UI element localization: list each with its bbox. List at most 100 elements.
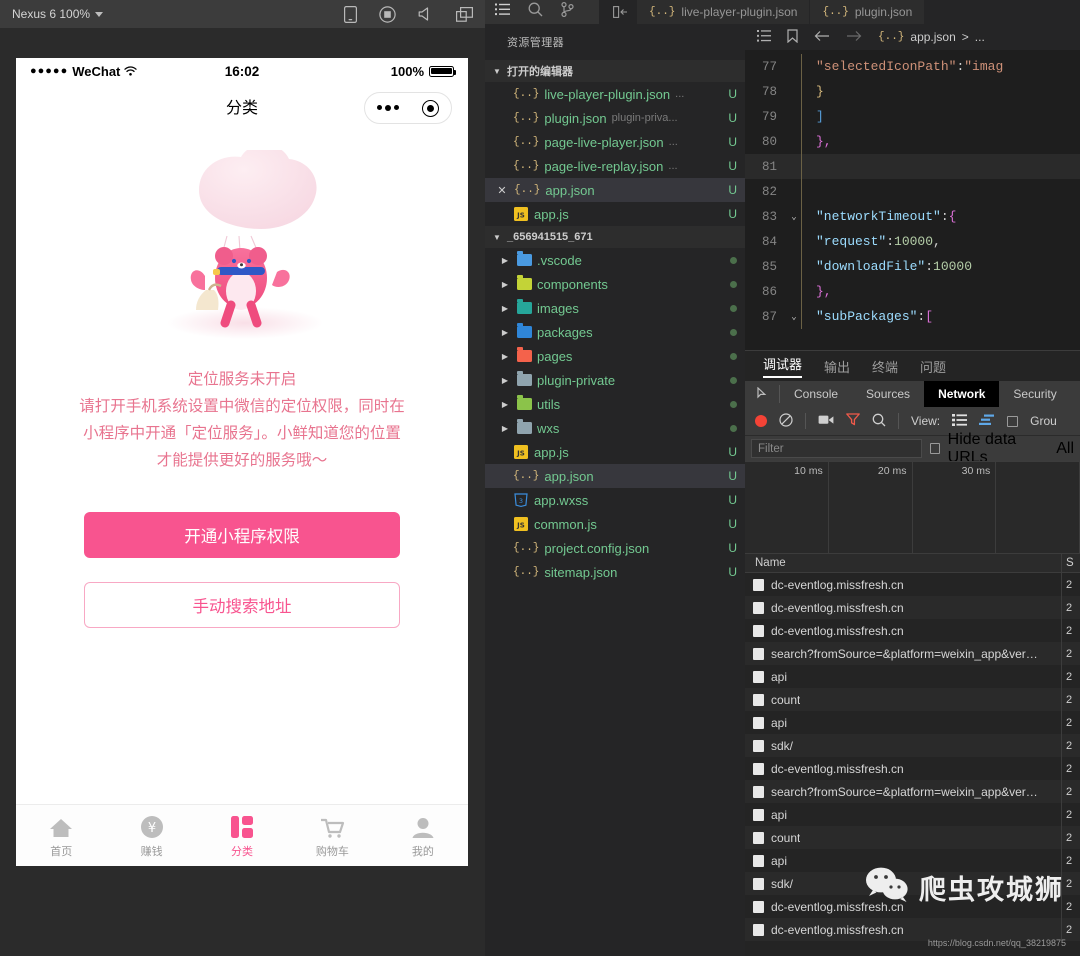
cdp-tab-console[interactable]: Console — [780, 381, 852, 407]
tree-row[interactable]: ▶ packages — [485, 320, 745, 344]
chevron-right-icon[interactable]: ▶ — [499, 376, 511, 385]
tree-row[interactable]: {..} sitemap.json U — [485, 560, 745, 584]
chevron-right-icon[interactable]: ▶ — [499, 400, 511, 409]
filter-input[interactable]: Filter — [751, 439, 922, 458]
close-icon[interactable]: ✕ — [495, 184, 509, 197]
search-icon[interactable] — [872, 413, 886, 430]
explorer-icon[interactable] — [495, 3, 510, 21]
code-line[interactable]: 77 "selectedIconPath": "imag — [745, 54, 1080, 79]
volume-icon[interactable] — [418, 7, 434, 21]
project-section-header[interactable]: ▼ _656941515_671 — [485, 226, 745, 248]
editor-tab-live-player-plugin[interactable]: {..} live-player-plugin.json — [637, 0, 811, 24]
code-line[interactable]: 78 } — [745, 79, 1080, 104]
list-view-icon[interactable] — [952, 413, 968, 429]
tree-row[interactable]: ▶ components — [485, 272, 745, 296]
filter-all-label[interactable]: All — [1056, 440, 1074, 458]
outline-icon[interactable] — [757, 29, 771, 45]
cdp-tab-sources[interactable]: Sources — [852, 381, 924, 407]
more-dots-icon[interactable] — [376, 105, 399, 111]
network-request-row[interactable]: search?fromSource=&platform=weixin_app&v… — [745, 780, 1080, 803]
tree-row[interactable]: ▶ wxs — [485, 416, 745, 440]
panel-tab-output[interactable]: 输出 — [824, 357, 850, 376]
tree-row[interactable]: {..} project.config.json U — [485, 536, 745, 560]
column-header-name[interactable]: Name — [745, 553, 1062, 573]
chevron-right-icon[interactable]: ▶ — [499, 256, 511, 265]
tree-row[interactable]: JS app.js U — [485, 440, 745, 464]
code-line[interactable]: 79 ] — [745, 104, 1080, 129]
tabbar-item-cart[interactable]: 购物车 — [287, 813, 377, 859]
open-editor-row[interactable]: JS app.js U — [485, 202, 745, 226]
network-request-row[interactable]: dc-eventlog.missfresh.cn 2 — [745, 573, 1080, 596]
tabbar-item-category[interactable]: 分类 — [197, 813, 287, 859]
code-line[interactable]: 82 — [745, 179, 1080, 204]
code-line[interactable]: 86 }, — [745, 279, 1080, 304]
record-icon[interactable] — [379, 5, 396, 23]
code-line[interactable]: 87 ⌄ "subPackages": [ — [745, 304, 1080, 329]
source-control-icon[interactable] — [561, 1, 574, 22]
tree-row[interactable]: 3 app.wxss U — [485, 488, 745, 512]
chevron-right-icon[interactable]: ▶ — [499, 304, 511, 313]
network-request-row[interactable]: search?fromSource=&platform=weixin_app&v… — [745, 642, 1080, 665]
network-request-row[interactable]: dc-eventlog.missfresh.cn 2 — [745, 619, 1080, 642]
open-editor-row-active[interactable]: ✕ {..} app.json U — [485, 178, 745, 202]
camera-icon[interactable] — [818, 414, 834, 428]
chevron-right-icon[interactable]: ▶ — [499, 424, 511, 433]
enable-permission-button[interactable]: 开通小程序权限 — [84, 512, 400, 558]
record-stop-icon[interactable] — [755, 415, 767, 427]
chevron-right-icon[interactable]: ▶ — [499, 280, 511, 289]
open-editor-row[interactable]: {..} plugin.json plugin-priva... U — [485, 106, 745, 130]
tabbar-item-home[interactable]: 首页 — [16, 813, 106, 859]
network-request-row[interactable]: api 2 — [745, 849, 1080, 872]
capsule-menu[interactable] — [364, 92, 452, 124]
open-editors-section-header[interactable]: ▼ 打开的编辑器 — [485, 60, 745, 82]
chevron-right-icon[interactable]: ▶ — [499, 352, 511, 361]
window-icon[interactable] — [456, 6, 473, 22]
tree-row[interactable]: ▶ .vscode — [485, 248, 745, 272]
open-editor-row[interactable]: {..} page-live-player.json ... U — [485, 130, 745, 154]
code-line[interactable]: 80 }, — [745, 129, 1080, 154]
chevron-right-icon[interactable]: ▶ — [499, 328, 511, 337]
panel-tab-problems[interactable]: 问题 — [920, 357, 946, 376]
code-line[interactable]: 85 "downloadFile": 10000 — [745, 254, 1080, 279]
inspect-element-icon[interactable] — [749, 385, 780, 403]
network-request-row[interactable]: api 2 — [745, 665, 1080, 688]
open-editor-row[interactable]: {..} page-live-replay.json ... U — [485, 154, 745, 178]
search-icon[interactable] — [528, 2, 543, 22]
back-arrow-icon[interactable] — [814, 30, 830, 45]
manual-search-address-button[interactable]: 手动搜索地址 — [84, 582, 400, 628]
bookmark-icon[interactable] — [787, 28, 798, 46]
tree-row[interactable]: ▶ plugin-private — [485, 368, 745, 392]
network-request-row[interactable]: count 2 — [745, 688, 1080, 711]
tree-row[interactable]: ▶ pages — [485, 344, 745, 368]
column-header-size[interactable]: S — [1062, 557, 1080, 569]
network-request-row[interactable]: dc-eventlog.missfresh.cn 2 — [745, 757, 1080, 780]
open-editor-row[interactable]: {..} live-player-plugin.json ... U — [485, 82, 745, 106]
code-editor[interactable]: 77 "selectedIconPath": "imag 78 } 79 ] 80 }… — [745, 50, 1080, 350]
panel-tab-terminal[interactable]: 终端 — [872, 357, 898, 376]
group-checkbox[interactable] — [1007, 415, 1019, 427]
close-target-icon[interactable] — [422, 99, 440, 117]
code-line[interactable]: 84 "request": 10000, — [745, 229, 1080, 254]
fold-toggle-icon[interactable]: ⌄ — [787, 212, 801, 222]
network-request-row[interactable]: sdk/2 — [745, 734, 1080, 757]
filter-icon[interactable] — [846, 413, 860, 429]
network-request-row[interactable]: api 2 — [745, 803, 1080, 826]
breadcrumb-file[interactable]: {..} app.json > ... — [878, 30, 985, 44]
tree-row[interactable]: {..} app.json U — [485, 464, 745, 488]
clear-icon[interactable] — [779, 412, 793, 430]
editor-tab-plugin-json[interactable]: {..} plugin.json — [810, 0, 926, 24]
cdp-tab-network[interactable]: Network — [924, 381, 1000, 407]
forward-arrow-icon[interactable] — [846, 30, 862, 45]
fold-toggle-icon[interactable]: ⌄ — [787, 312, 801, 322]
code-line[interactable]: 83 ⌄ "networkTimeout": { — [745, 204, 1080, 229]
hide-data-urls-checkbox[interactable] — [929, 443, 940, 454]
device-selector[interactable]: Nexus 6 100% — [12, 7, 104, 21]
panel-tab-debugger[interactable]: 调试器 — [763, 354, 803, 378]
network-request-row[interactable]: api 2 — [745, 711, 1080, 734]
cdp-tab-security[interactable]: Security — [999, 381, 1070, 407]
waterfall-view-icon[interactable] — [979, 414, 995, 429]
code-line[interactable]: 81 — [745, 154, 1080, 179]
split-editor-icon[interactable] — [599, 0, 637, 24]
network-request-row[interactable]: dc-eventlog.missfresh.cn 2 — [745, 596, 1080, 619]
tree-row[interactable]: ▶ utils — [485, 392, 745, 416]
